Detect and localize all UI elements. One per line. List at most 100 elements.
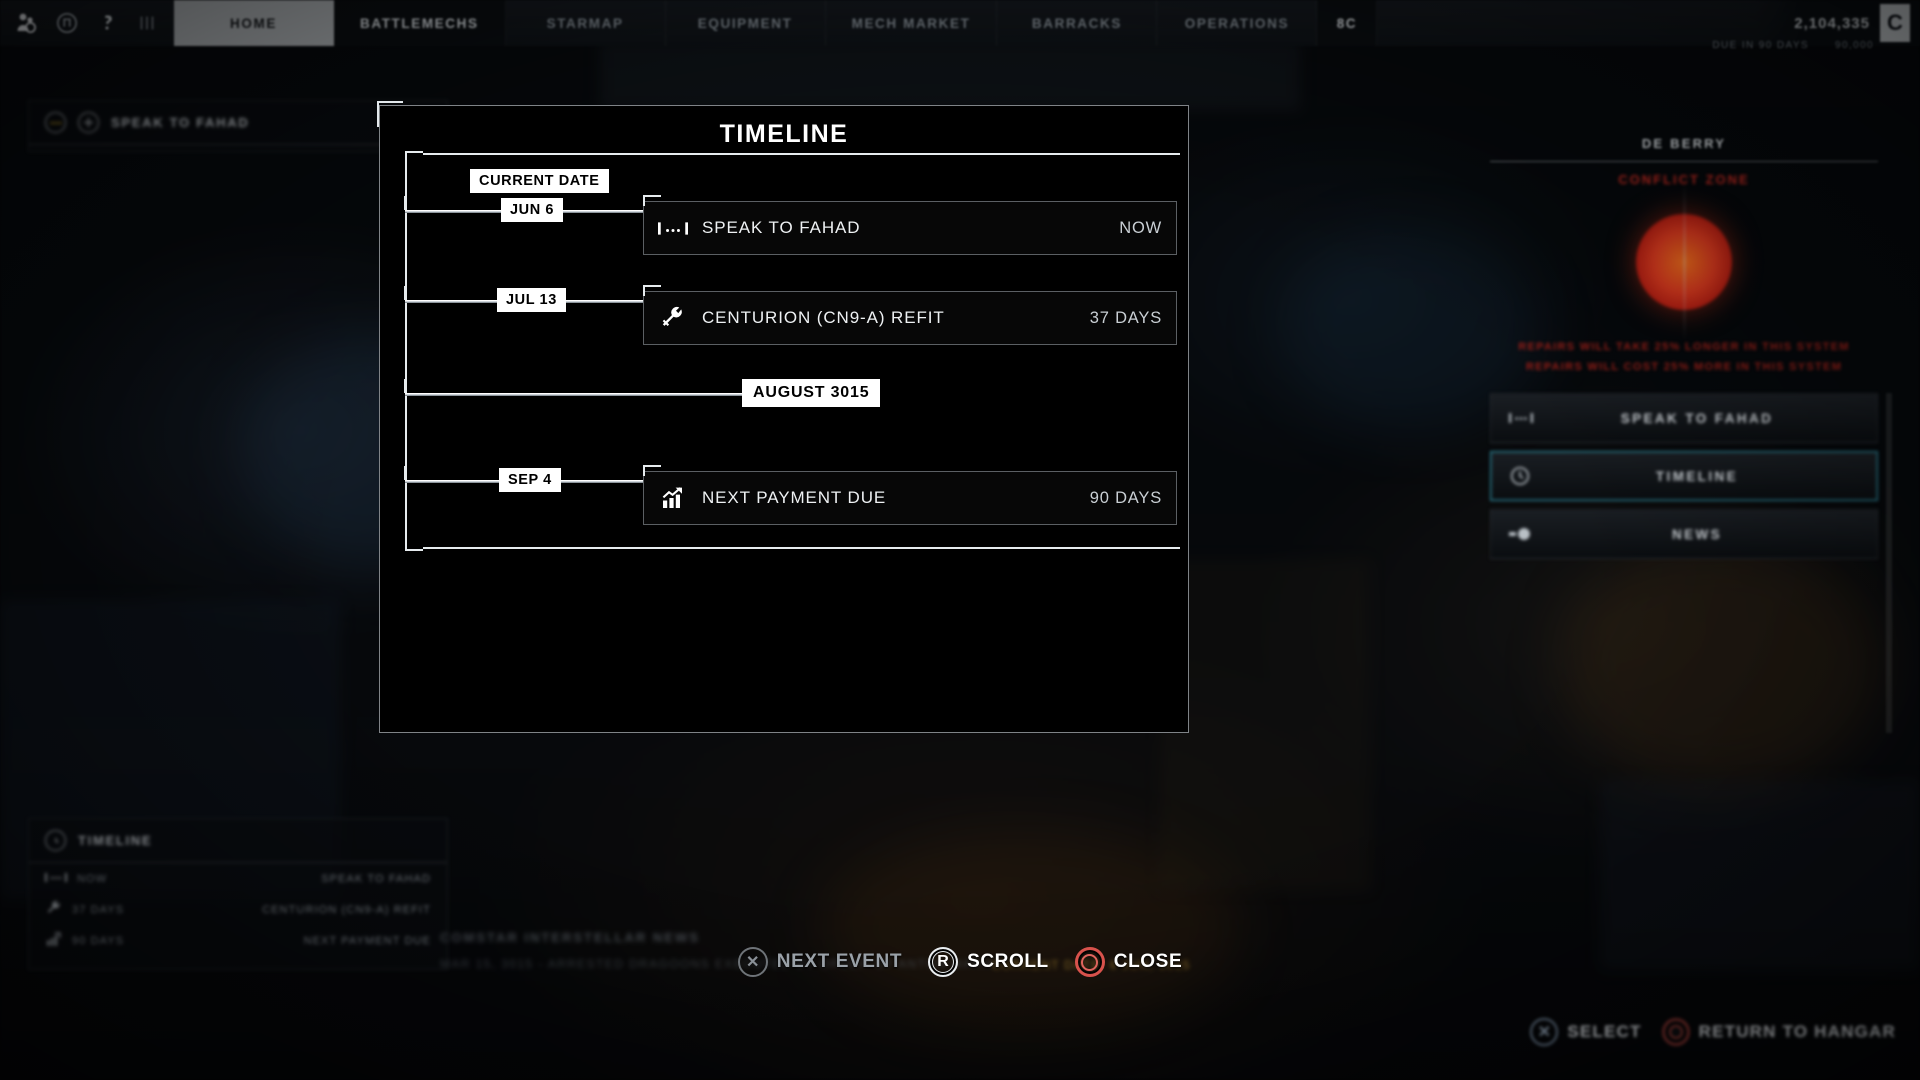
gamepad-circle-icon — [1074, 947, 1105, 977]
timeline-marker-august-3015-label: AUGUST 3015 — [742, 379, 881, 407]
info-icon — [78, 112, 99, 133]
timeline-card-row-label: SPEAK TO FAHAD — [321, 872, 431, 885]
sidebar-item-speak-to-fahad[interactable]: SPEAK TO FAHAD — [1490, 393, 1878, 443]
timeline-card-title: TIMELINE — [78, 833, 153, 848]
sidebar-scrollbar[interactable] — [1886, 393, 1892, 733]
contract-icon[interactable] — [134, 10, 160, 36]
timeline-card-row-time-wrap: 37 DAYS — [45, 900, 165, 920]
prompt-close[interactable]: CLOSE — [1074, 947, 1183, 977]
tab-equipment-label: EQUIPMENT — [697, 15, 793, 31]
nav-icon-group — [0, 0, 174, 46]
timeline-marker-notch — [404, 196, 413, 210]
system-warning-repair-time: REPAIRS WILL TAKE 25% LONGER IN THIS SYS… — [1518, 341, 1850, 353]
wrench-icon — [656, 303, 690, 333]
nav-subinfo-due: DUE IN 90 DAYS — [1712, 40, 1809, 51]
tab-operations-label: OPERATIONS — [1184, 15, 1290, 31]
funds-amount: 2,104,335 — [1794, 14, 1870, 32]
sidebar-item-timeline-label: TIMELINE — [1655, 468, 1739, 484]
prompt-select[interactable]: ✕ SELECT — [1530, 1018, 1641, 1046]
tab-battlemechs-label: BATTLEMECHS — [360, 15, 479, 31]
nav-subinfo-amount: 90,000 — [1835, 40, 1874, 51]
timeline-marker-sep4-label: SEP 4 — [499, 468, 561, 492]
prompt-scroll-label: SCROLL — [967, 951, 1049, 972]
clock-icon — [45, 830, 66, 851]
dialog-icon — [1509, 413, 1535, 423]
timeline-top-rule — [423, 153, 1180, 155]
tab-home[interactable]: HOME — [174, 0, 334, 46]
timeline-card-row-time: 37 DAYS — [72, 903, 125, 916]
tab-starmap[interactable]: STARMAP — [506, 0, 666, 46]
timeline-card-head: TIMELINE — [29, 819, 447, 863]
mech-count-label: 8C — [1336, 15, 1358, 31]
modal-title: TIMELINE — [719, 120, 849, 148]
tab-mech-market[interactable]: MECH MARKET — [826, 0, 998, 46]
current-date-chip: CURRENT DATE — [470, 169, 609, 193]
tab-mech-market-label: MECH MARKET — [851, 15, 971, 31]
prompt-scroll[interactable]: R SCROLL — [928, 947, 1049, 977]
tab-operations[interactable]: OPERATIONS — [1157, 0, 1318, 46]
system-warning-repair-cost: REPAIRS WILL COST 25% MORE IN THIS SYSTE… — [1525, 361, 1843, 373]
news-icon — [1509, 527, 1535, 541]
modal-corner-bracket — [377, 101, 403, 127]
sidebar-button-list: SPEAK TO FAHAD TIMELINE NEWS — [1490, 393, 1892, 733]
footer-prompt-bar: ✕ SELECT RETURN TO HANGAR — [1530, 1018, 1896, 1046]
timeline-event-centurion-refit-time: 37 DAYS — [1089, 308, 1162, 327]
timeline-marker-jun6-label: JUN 6 — [501, 198, 564, 222]
timeline-marker-notch — [404, 286, 413, 300]
prompt-return-to-hangar-label: RETURN TO HANGAR — [1698, 1022, 1896, 1041]
speak-to-fahad-card-title: SPEAK TO FAHAD — [111, 115, 250, 130]
timeline-card-row-time-wrap: NOW — [45, 872, 165, 885]
gamepad-x-icon: ✕ — [1530, 1018, 1559, 1046]
timeline-frame-corner-top — [405, 151, 423, 169]
timeline-event-speak-to-fahad-time: NOW — [1119, 218, 1162, 237]
tab-home-label: HOME — [230, 15, 277, 31]
gamepad-x-icon: ✕ — [737, 947, 768, 977]
tab-barracks-label: BARRACKS — [1031, 15, 1122, 31]
timeline-marker-august-3015: AUGUST 3015 — [404, 379, 1180, 407]
help-icon[interactable] — [94, 10, 120, 36]
button-prompt-bar: ✕ NEXT EVENT R SCROLL CLOSE — [0, 930, 1920, 994]
timeline-event-next-payment-due-label: NEXT PAYMENT DUE — [702, 488, 887, 507]
timeline-marker-notch — [404, 466, 413, 480]
tab-equipment[interactable]: EQUIPMENT — [666, 0, 826, 46]
prompt-close-label: CLOSE — [1113, 951, 1183, 972]
mech-icon[interactable] — [54, 10, 80, 36]
prompt-select-label: SELECT — [1567, 1022, 1642, 1041]
tab-starmap-label: STARMAP — [546, 15, 624, 31]
planet-graphic — [1490, 183, 1878, 341]
nav-subinfo: DUE IN 90 DAYS 90,000 — [1712, 40, 1874, 51]
tab-barracks[interactable]: BARRACKS — [997, 0, 1158, 46]
timeline-card-row-label: CENTURION (CN9-A) REFIT — [262, 903, 431, 916]
gamepad-circle-icon — [1661, 1018, 1690, 1046]
mech-count-badge: 8C — [1317, 0, 1378, 46]
timeline-event-centurion-refit-label: CENTURION (CN9-A) REFIT — [702, 308, 945, 327]
prompt-return-to-hangar[interactable]: RETURN TO HANGAR — [1661, 1018, 1896, 1046]
timeline-event-next-payment-due-time: 90 DAYS — [1089, 488, 1162, 507]
sidebar-item-news-label: NEWS — [1671, 526, 1723, 542]
game-screen: HOME BATTLEMECHS STARMAP EQUIPMENT MECH … — [0, 0, 1920, 1080]
prompt-next-event-label: NEXT EVENT — [776, 951, 903, 972]
prompt-next-event[interactable]: ✕ NEXT EVENT — [737, 947, 903, 977]
pilot-icon[interactable] — [14, 10, 40, 36]
timeline-event-next-payment-due[interactable]: NEXT PAYMENT DUE 90 DAYS — [643, 465, 1177, 525]
system-sidebar: DE BERRY CONFLICT ZONE REPAIRS WILL TAKE… — [1490, 128, 1892, 733]
planet-axis-line — [1683, 183, 1685, 341]
sidebar-item-news[interactable]: NEWS — [1490, 509, 1878, 559]
clock-icon — [1509, 465, 1535, 487]
timeline-frame-corner-bottom — [405, 533, 423, 551]
timeline-marker-jul13-label: JUL 13 — [497, 288, 566, 312]
wrench-icon — [45, 900, 62, 920]
dialog-icon — [656, 213, 690, 243]
timeline-card-row: NOW SPEAK TO FAHAD — [29, 863, 447, 894]
gamepad-r-icon: R — [928, 947, 959, 977]
timeline-event-speak-to-fahad[interactable]: SPEAK TO FAHAD NOW — [643, 195, 1177, 255]
dialog-icon — [45, 112, 66, 133]
sidebar-item-speak-to-fahad-label: SPEAK TO FAHAD — [1620, 410, 1774, 426]
timeline-card-row-time: NOW — [77, 872, 108, 885]
sidebar-item-timeline[interactable]: TIMELINE — [1490, 451, 1878, 501]
tab-battlemechs[interactable]: BATTLEMECHS — [334, 0, 506, 46]
timeline-bottom-rule — [423, 547, 1180, 549]
timeline-card-row: 37 DAYS CENTURION (CN9-A) REFIT — [29, 894, 447, 925]
timeline-event-centurion-refit[interactable]: CENTURION (CN9-A) REFIT 37 DAYS — [643, 285, 1177, 345]
timeline-modal: TIMELINE CURRENT DATE JUN 6 SPEAK TO FAH… — [377, 101, 1189, 733]
